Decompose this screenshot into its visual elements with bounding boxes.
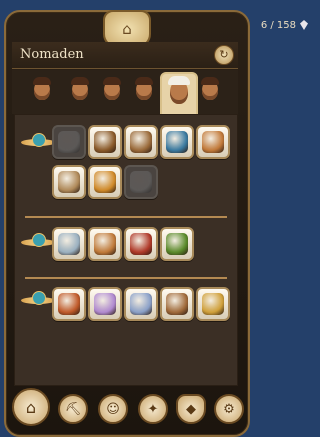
title-bar: Nomaden ↻ — [12, 42, 238, 69]
market-stall-icon — [130, 131, 152, 153]
compass-rose-icon: ✦ — [147, 401, 159, 417]
goods-tile[interactable] — [52, 227, 86, 261]
shovel-icon — [58, 131, 80, 153]
portrait-3-tab[interactable] — [100, 76, 124, 106]
crescent-icon — [202, 293, 224, 315]
gold-coins-icon — [94, 233, 116, 255]
portrait-1-tab[interactable] — [30, 76, 54, 106]
portrait-hair — [201, 77, 219, 85]
goods-tile[interactable] — [160, 227, 194, 261]
portrait-6-tab[interactable] — [198, 76, 222, 106]
palm-tree-icon — [166, 233, 188, 255]
portrait-hair — [103, 77, 121, 85]
goods-tile[interactable] — [52, 125, 86, 159]
portrait-2-tab[interactable] — [68, 76, 92, 106]
settings-icon: ⚙ — [223, 401, 235, 417]
goods-tile[interactable] — [88, 287, 122, 321]
scales-icon — [94, 131, 116, 153]
portrait-hair — [135, 77, 153, 85]
goods-tile[interactable] — [196, 287, 230, 321]
milk-bowl-icon — [58, 171, 80, 193]
people-icon: ☺ — [106, 401, 120, 417]
pickaxe-button[interactable]: ⛏ — [58, 394, 88, 424]
section-divider — [25, 277, 227, 279]
goods-tile[interactable] — [124, 125, 158, 159]
compass-icon — [166, 131, 188, 153]
ivory-tusks-icon — [58, 233, 80, 255]
goods-tile[interactable] — [124, 165, 158, 199]
settings-button[interactable]: ⚙ — [214, 394, 244, 424]
crystal-icon — [94, 293, 116, 315]
home-button[interactable]: ⌂ — [12, 388, 50, 426]
era-ornament-icon — [21, 291, 55, 309]
caravanserai-icon — [166, 293, 188, 315]
portrait-4-tab[interactable] — [132, 76, 156, 106]
goods-tile[interactable] — [196, 125, 230, 159]
goods-tile[interactable] — [124, 227, 158, 261]
shield-button[interactable]: ◆ — [176, 394, 206, 424]
home-icon: ⌂ — [25, 397, 37, 417]
bottom-nav: ⌂ ⛏ ☺ ✦ ◆ ⚙ — [4, 386, 246, 434]
portrait-hair — [33, 77, 51, 85]
fabric-rolls-icon — [130, 233, 152, 255]
era-ornament-icon — [21, 233, 55, 251]
character-tabs — [12, 70, 238, 116]
portrait-hair — [168, 76, 190, 85]
era-ornament-icon — [21, 133, 55, 151]
goods-panel — [14, 114, 238, 386]
bread-icon — [202, 131, 224, 153]
collection-counter: 6 / 158 — [260, 20, 296, 31]
compass-rose-button[interactable]: ✦ — [138, 394, 168, 424]
diamond-icon — [300, 20, 308, 30]
refresh-button[interactable]: ↻ — [214, 45, 234, 65]
tent-icon — [130, 171, 152, 193]
pickaxe-icon: ⛏ — [64, 401, 82, 417]
shield-icon: ◆ — [186, 401, 196, 417]
spice-piles-icon — [94, 171, 116, 193]
portrait-5-tab[interactable] — [160, 72, 198, 116]
portrait-hair — [71, 77, 89, 85]
goods-tile[interactable] — [52, 287, 86, 321]
goods-tile[interactable] — [88, 227, 122, 261]
silk-bundles-icon — [130, 293, 152, 315]
copper-ore-icon — [58, 293, 80, 315]
goods-tile[interactable] — [52, 165, 86, 199]
section-divider — [25, 216, 227, 218]
goods-tile[interactable] — [160, 287, 194, 321]
panel-title: Nomaden — [20, 47, 84, 62]
goods-tile[interactable] — [88, 165, 122, 199]
people-button[interactable]: ☺ — [98, 394, 128, 424]
goods-tile[interactable] — [88, 125, 122, 159]
goods-tile[interactable] — [124, 287, 158, 321]
goods-tile[interactable] — [160, 125, 194, 159]
refresh-icon: ↻ — [219, 48, 229, 61]
house-icon: ⌂ — [122, 20, 132, 38]
